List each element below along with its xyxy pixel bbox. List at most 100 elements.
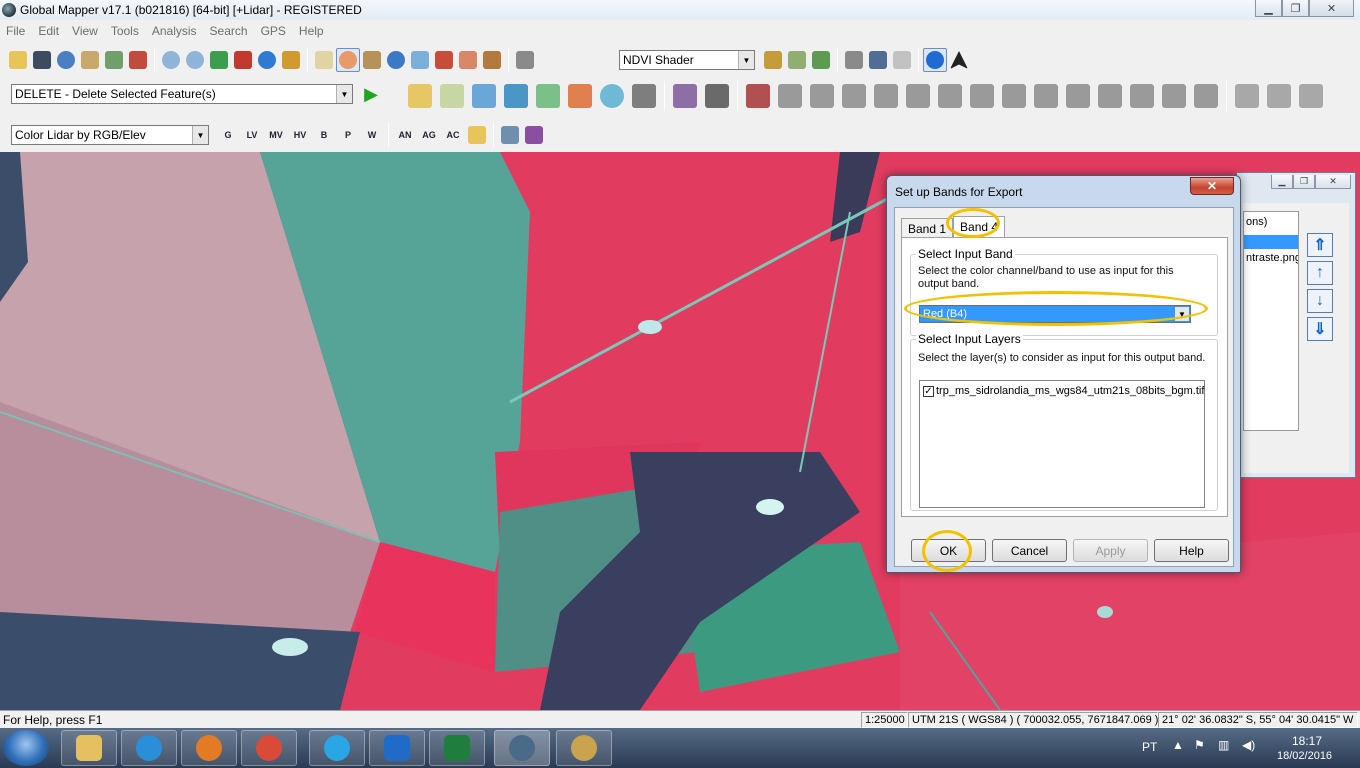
layer-checkbox[interactable]: ✓ <box>923 385 934 397</box>
lidar-ac-icon[interactable]: AC <box>441 123 465 147</box>
move-down-icon[interactable]: ↓ <box>1307 289 1333 313</box>
path-profile-icon[interactable] <box>408 48 432 72</box>
feature-tool-6-icon[interactable] <box>934 80 966 112</box>
export-icon[interactable] <box>102 48 126 72</box>
measure-icon[interactable] <box>360 48 384 72</box>
grid-mesh-icon[interactable] <box>628 80 660 112</box>
volume-icon[interactable]: ◀) <box>1242 738 1255 752</box>
lidar-ground-icon[interactable]: G <box>216 123 240 147</box>
feature-tool-14-icon[interactable] <box>1190 80 1222 112</box>
internet-explorer-taskbar-icon[interactable] <box>121 730 177 766</box>
feature-tool-10-icon[interactable] <box>1062 80 1094 112</box>
language-indicator[interactable]: PT <box>1142 740 1157 754</box>
minimize-button[interactable]: ▁ <box>1255 0 1282 17</box>
network-icon[interactable]: ▥ <box>1218 738 1229 752</box>
shader-options-icon[interactable] <box>761 48 785 72</box>
ok-button[interactable]: OK <box>911 539 986 562</box>
tower-icon[interactable] <box>432 48 456 72</box>
shader-select[interactable]: NDVI Shader ▼ <box>619 50 755 70</box>
move-up-icon[interactable]: ↑ <box>1307 261 1333 285</box>
config-tools-icon[interactable] <box>126 48 150 72</box>
rotate-right-icon[interactable] <box>1295 80 1327 112</box>
snap-icon[interactable] <box>890 48 914 72</box>
split-feature-icon[interactable] <box>500 80 532 112</box>
feature-tool-13-icon[interactable] <box>1158 80 1190 112</box>
save-icon[interactable] <box>30 48 54 72</box>
menu-help[interactable]: Help <box>299 24 324 38</box>
lidar-water-icon[interactable]: W <box>360 123 384 147</box>
bg-restore-button[interactable]: ❐ <box>1293 175 1315 189</box>
lidar-an-icon[interactable]: AN <box>393 123 417 147</box>
tab-band-1[interactable]: Band 1 <box>901 218 954 238</box>
feature-tool-4-icon[interactable] <box>870 80 902 112</box>
vertex-edit-icon[interactable] <box>669 80 701 112</box>
view-3d-arch-icon[interactable] <box>513 48 537 72</box>
open-folder-icon[interactable] <box>6 48 30 72</box>
refresh-icon[interactable] <box>255 48 279 72</box>
print-icon[interactable] <box>78 48 102 72</box>
start-button-icon[interactable] <box>3 730 49 766</box>
edit-line-icon[interactable] <box>468 80 500 112</box>
online-data-icon[interactable] <box>54 48 78 72</box>
menu-analysis[interactable]: Analysis <box>152 24 197 38</box>
menu-edit[interactable]: Edit <box>38 24 59 38</box>
coordinates-icon[interactable] <box>564 80 596 112</box>
help-button[interactable]: Help <box>1154 539 1229 562</box>
firefox-taskbar-icon[interactable] <box>181 730 237 766</box>
reshape-icon[interactable] <box>532 80 564 112</box>
global-mapper-taskbar-icon[interactable] <box>494 730 550 766</box>
feature-tool-12-icon[interactable] <box>1126 80 1158 112</box>
lidar-points-icon[interactable] <box>522 123 546 147</box>
zoom-out-icon[interactable] <box>183 48 207 72</box>
zoom-in-icon[interactable] <box>159 48 183 72</box>
tray-arrow-icon[interactable]: ▲ <box>1172 738 1184 752</box>
lidar-high-veg-icon[interactable]: HV <box>288 123 312 147</box>
create-line-icon[interactable] <box>436 80 468 112</box>
lidar-building-icon[interactable]: B <box>312 123 336 147</box>
clock-time[interactable]: 18:17 <box>1292 734 1322 748</box>
view-3d-alt-icon[interactable] <box>809 48 833 72</box>
feature-tool-1-icon[interactable] <box>774 80 806 112</box>
lidar-edit-icon[interactable] <box>465 123 489 147</box>
rotate-left-icon[interactable] <box>1231 80 1263 112</box>
gps-target-icon[interactable] <box>923 48 947 72</box>
bg-close-button[interactable]: ✕ <box>1315 175 1351 189</box>
feature-tool-11-icon[interactable] <box>1094 80 1126 112</box>
home-icon[interactable] <box>231 48 255 72</box>
selected-list-item[interactable] <box>1244 235 1298 249</box>
move-top-icon[interactable]: ⇑ <box>1307 233 1333 257</box>
lidar-filter-icon[interactable] <box>498 123 522 147</box>
measure-line-icon[interactable] <box>742 80 774 112</box>
lidar-low-veg-icon[interactable]: LV <box>240 123 264 147</box>
move-up-icon[interactable] <box>1263 80 1295 112</box>
restore-button[interactable]: ❐ <box>1282 0 1309 17</box>
rings-icon[interactable] <box>596 80 628 112</box>
feature-tool-5-icon[interactable] <box>902 80 934 112</box>
lidar-med-veg-icon[interactable]: MV <box>264 123 288 147</box>
lidar-color-select[interactable]: Color Lidar by RGB/Elev ▼ <box>11 125 209 145</box>
menu-tools[interactable]: Tools <box>111 24 139 38</box>
tab-band-4[interactable]: Band 4 <box>953 216 1006 238</box>
feature-tool-7-icon[interactable] <box>966 80 998 112</box>
digitizer-icon[interactable] <box>312 48 336 72</box>
insert-vertex-icon[interactable] <box>701 80 733 112</box>
paint-taskbar-icon[interactable] <box>556 730 612 766</box>
layer-list[interactable]: ✓ trp_ms_sidrolandia_ms_wgs84_utm21s_08b… <box>919 380 1205 508</box>
input-band-select[interactable]: Red (B4) ▼ <box>919 305 1191 323</box>
excel-taskbar-icon[interactable] <box>429 730 485 766</box>
north-arrow-icon[interactable] <box>947 48 971 72</box>
grid-view-icon[interactable] <box>279 48 303 72</box>
line-edit-icon[interactable] <box>456 48 480 72</box>
pan-hand-icon[interactable] <box>336 48 360 72</box>
leveling-icon[interactable] <box>480 48 504 72</box>
flag-icon[interactable] <box>842 48 866 72</box>
digitizer-mode-select[interactable]: DELETE - Delete Selected Feature(s) ▼ <box>11 84 353 104</box>
dialog-close-button[interactable]: ✕ <box>1190 177 1234 195</box>
feature-tool-2-icon[interactable] <box>806 80 838 112</box>
clock-date[interactable]: 18/02/2016 <box>1277 750 1332 762</box>
list-item[interactable]: ntraste.png <box>1244 249 1298 267</box>
cancel-button[interactable]: Cancel <box>992 539 1067 562</box>
flag-icon[interactable]: ⚑ <box>1194 738 1205 752</box>
chrome-taskbar-icon[interactable] <box>241 730 297 766</box>
feature-tool-3-icon[interactable] <box>838 80 870 112</box>
